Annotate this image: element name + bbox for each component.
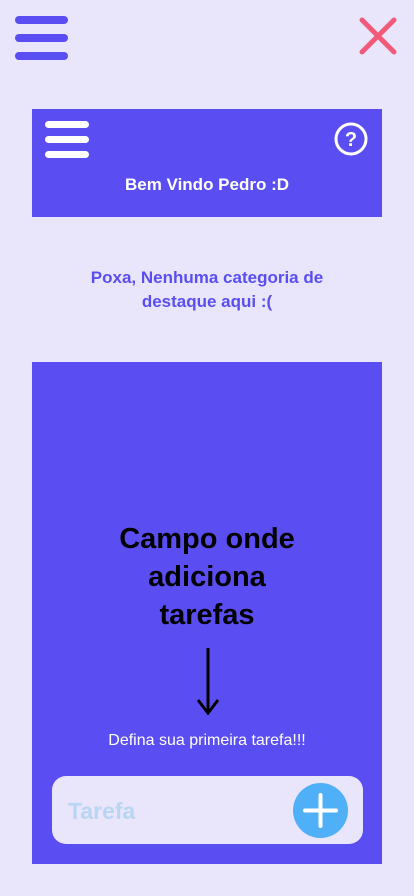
task-field-caption: Campo onde adiciona tarefas (32, 520, 382, 634)
down-arrow-icon (196, 648, 220, 716)
caption-line-3: tarefas (159, 599, 255, 631)
menu-icon[interactable] (15, 16, 68, 60)
welcome-header: ? Bem Vindo Pedro :D (32, 109, 382, 217)
no-category-line-1: Poxa, Nenhuma categoria de (90, 268, 324, 287)
task-input[interactable] (66, 792, 280, 830)
welcome-text: Bem Vindo Pedro :D (124, 175, 290, 194)
first-task-prompt: Defina sua primeira tarefa!!! (108, 732, 306, 749)
header-menu-icon[interactable] (45, 121, 89, 159)
caption-line-2: adiciona (148, 561, 266, 593)
plus-icon (303, 793, 338, 828)
no-featured-category-message: Poxa, Nenhuma categoria de destaque aqui… (40, 266, 374, 314)
svg-text:?: ? (345, 129, 357, 151)
close-icon[interactable] (358, 16, 398, 56)
task-panel: Campo onde adiciona tarefas Defina sua p… (32, 362, 382, 864)
add-task-button[interactable] (293, 783, 348, 838)
help-icon[interactable]: ? (334, 122, 368, 156)
no-category-line-2: destaque aqui :( (141, 292, 273, 311)
caption-line-1: Campo onde (119, 523, 295, 555)
task-input-container (52, 776, 363, 844)
